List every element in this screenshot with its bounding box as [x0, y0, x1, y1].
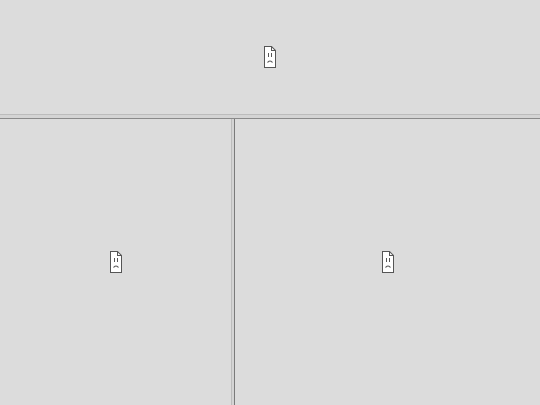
frame-top	[0, 0, 540, 114]
frame-bottom-right	[235, 119, 540, 405]
sad-document-icon	[381, 251, 394, 273]
sad-document-icon	[264, 46, 276, 68]
sad-document-icon	[109, 251, 122, 273]
frameset	[0, 0, 540, 405]
frame-bottom-left	[0, 119, 231, 405]
